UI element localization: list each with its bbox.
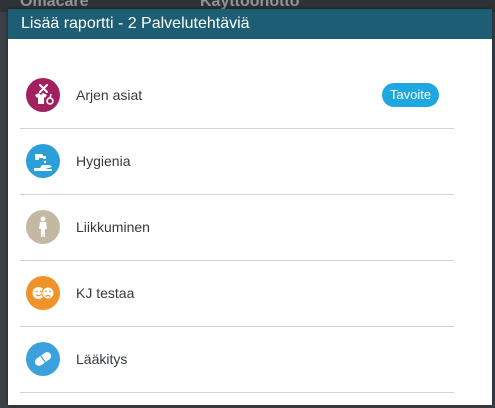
goal-badge[interactable]: Tavoite <box>382 83 439 107</box>
list-item-label: KJ testaa <box>76 285 135 301</box>
list-item-label: Lääkitys <box>76 351 128 367</box>
dialog-title: Lisää raportti - 2 Palvelutehtäviä <box>8 9 492 39</box>
add-report-dialog: Lisää raportti - 2 Palvelutehtäviä Arjen… <box>8 9 492 405</box>
list-item-laakitys[interactable]: Lääkitys <box>20 326 454 393</box>
list-item-label: Arjen asiat <box>76 87 143 103</box>
list-item-hygienia[interactable]: Hygienia <box>20 128 454 195</box>
list-item-liikkuminen[interactable]: Liikkuminen <box>20 194 454 261</box>
list-item-arjen-asiat[interactable]: Arjen asiat Tavoite <box>20 62 454 129</box>
walking-person-icon <box>26 210 60 244</box>
household-icon <box>26 78 60 112</box>
list-item-kj-testaa[interactable]: KJ testaa <box>20 260 454 327</box>
faces-icon <box>26 276 60 310</box>
list-item-label: Hygienia <box>76 153 131 169</box>
list-item-label: Liikkuminen <box>76 219 150 235</box>
washing-hands-icon <box>26 144 60 178</box>
pill-icon <box>26 342 60 376</box>
